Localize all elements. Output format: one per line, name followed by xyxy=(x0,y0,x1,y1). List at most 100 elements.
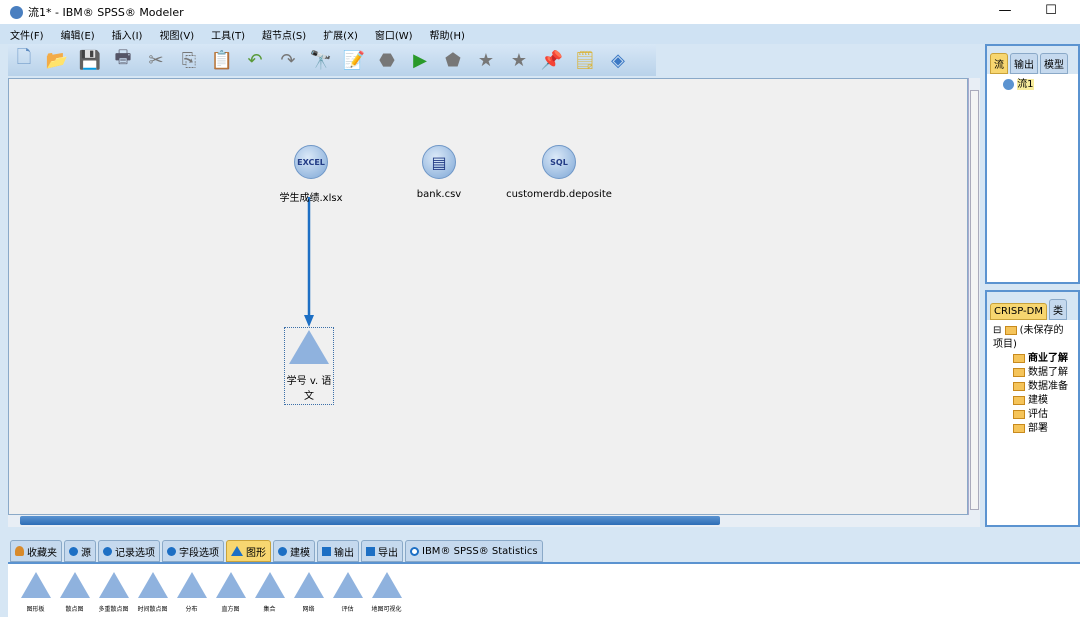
palette-node[interactable]: 评估 xyxy=(328,564,367,617)
palette-node[interactable]: 直方图 xyxy=(211,564,250,617)
graph-node-icon xyxy=(20,572,51,598)
stop-button[interactable]: ⬣ xyxy=(375,48,399,72)
horizontal-scrollbar[interactable] xyxy=(8,515,980,527)
palette-node[interactable]: 图形板 xyxy=(16,564,55,617)
palette-node[interactable]: 分布 xyxy=(172,564,211,617)
database-icon: SQL xyxy=(542,145,576,179)
undo-button[interactable]: ↶ xyxy=(243,48,267,72)
tree-item[interactable]: 评估 xyxy=(993,408,1072,422)
plot-node[interactable]: 学号 v. 语文 xyxy=(284,327,334,405)
menu-item[interactable]: 视图(V) xyxy=(159,27,194,42)
open-button[interactable]: 📂 xyxy=(45,48,69,72)
palette-tab[interactable]: 记录选项 xyxy=(98,540,160,562)
palette-node[interactable]: 集合 xyxy=(250,564,289,617)
palette-node[interactable]: 网络 xyxy=(289,564,328,617)
stream-canvas[interactable]: EXCEL 学生成绩.xlsx ▤ bank.csv SQL customerd… xyxy=(8,78,968,515)
excel-source-node[interactable]: EXCEL 学生成绩.xlsx xyxy=(271,145,351,204)
run-button[interactable]: ▶ xyxy=(408,48,432,72)
run-icon: ▶ xyxy=(413,49,427,71)
vertical-scrollbar[interactable] xyxy=(968,78,980,515)
paste-button[interactable]: 📋 xyxy=(210,48,234,72)
palette-node[interactable]: 时间散点图 xyxy=(133,564,172,617)
title-bar: 流1* - IBM® SPSS® Modeler — ☐ xyxy=(0,0,1080,24)
menu-item[interactable]: 超节点(S) xyxy=(262,27,306,42)
minimize-button[interactable]: — xyxy=(990,3,1020,18)
annotation-icon: 🗒 xyxy=(573,49,597,71)
tab-icon xyxy=(410,546,419,556)
tree-item[interactable]: 商业了解 xyxy=(993,352,1072,366)
tab-label: 图形 xyxy=(246,547,266,559)
find-button[interactable]: 🔭 xyxy=(309,48,333,72)
tab-2[interactable]: 模型 xyxy=(1040,53,1068,74)
copy-icon: ⎘ xyxy=(181,49,197,71)
tab-label: 记录选项 xyxy=(115,547,155,559)
tree-item[interactable]: 部署 xyxy=(993,422,1072,436)
palette-tab[interactable]: 收藏夹 xyxy=(10,540,62,562)
pin-button[interactable]: 📌 xyxy=(540,48,564,72)
tab-label: 源 xyxy=(81,547,91,559)
palette-node[interactable]: 散点图 xyxy=(55,564,94,617)
palette-node-label: 图形板 xyxy=(26,606,45,613)
cut-icon: ✂ xyxy=(148,49,164,71)
graph-node-icon xyxy=(215,572,246,598)
folder-icon xyxy=(1013,409,1025,419)
star-2-button[interactable]: ★ xyxy=(507,48,531,72)
menu-item[interactable]: 工具(T) xyxy=(211,27,245,42)
palette-node[interactable]: 地图可视化 xyxy=(367,564,406,617)
tab-icon xyxy=(167,546,176,556)
palette-tab[interactable]: 字段选项 xyxy=(162,540,224,562)
tree-item[interactable]: 数据了解 xyxy=(993,366,1072,380)
graph-node-icon xyxy=(254,572,285,598)
database-source-node[interactable]: SQL customerdb.deposite xyxy=(499,145,619,200)
tab-icon xyxy=(15,546,24,556)
plot-icon xyxy=(289,330,329,364)
palette-tab[interactable]: 图形 xyxy=(226,540,271,562)
new-button[interactable]: 🗋 xyxy=(12,47,36,72)
tree-item-label: 数据准备 xyxy=(1028,381,1068,392)
tree-item-stream[interactable]: 流1 xyxy=(1017,79,1034,90)
palette-tab[interactable]: 建模 xyxy=(273,540,315,562)
palette-node[interactable]: 多重散点图 xyxy=(94,564,133,617)
tree-root[interactable]: ⊟ (未保存的项目) xyxy=(993,324,1072,352)
tab-icon xyxy=(366,546,375,556)
palette-node-label: 网络 xyxy=(302,606,315,613)
folder-icon xyxy=(1013,423,1025,433)
run-selection-button[interactable]: ⬟ xyxy=(441,48,465,72)
tab-1[interactable]: 类 xyxy=(1048,299,1067,320)
tab-0[interactable]: 流 xyxy=(990,53,1008,74)
menu-item[interactable]: 扩展(X) xyxy=(323,27,358,42)
tab-1[interactable]: 输出 xyxy=(1010,53,1038,74)
csv-source-node[interactable]: ▤ bank.csv xyxy=(399,145,479,200)
annotation-button[interactable]: 🗒 xyxy=(573,48,597,72)
edit-icon: 📝 xyxy=(342,49,366,71)
palette-tab[interactable]: 导出 xyxy=(361,540,403,562)
palette-tab[interactable]: 输出 xyxy=(317,540,359,562)
tree-item-label: 数据了解 xyxy=(1028,367,1068,378)
tree-item[interactable]: 建模 xyxy=(993,394,1072,408)
menu-item[interactable]: 帮助(H) xyxy=(430,27,465,42)
edit-button[interactable]: 📝 xyxy=(342,48,366,72)
graph-node-icon xyxy=(293,572,324,598)
save-button[interactable]: 💾 xyxy=(78,48,102,72)
palette-tab[interactable]: 源 xyxy=(64,540,96,562)
redo-button[interactable]: ↷ xyxy=(276,48,300,72)
menu-item[interactable]: 窗口(W) xyxy=(375,27,413,42)
palette-node-label: 地图可视化 xyxy=(371,606,402,613)
menu-item[interactable]: 编辑(E) xyxy=(61,27,95,42)
maximize-button[interactable]: ☐ xyxy=(1036,3,1066,18)
print-button[interactable]: 🖶 xyxy=(111,47,135,72)
modeler-button[interactable]: ◈ xyxy=(606,48,630,72)
menu-item[interactable]: 文件(F) xyxy=(10,27,44,42)
cut-button[interactable]: ✂ xyxy=(144,48,168,72)
tree-item[interactable]: 数据准备 xyxy=(993,380,1072,394)
star-button[interactable]: ★ xyxy=(474,48,498,72)
copy-button[interactable]: ⎘ xyxy=(177,48,201,72)
menu-item[interactable]: 插入(I) xyxy=(112,27,143,42)
stream-icon xyxy=(1003,78,1014,90)
graph-node-icon xyxy=(59,572,90,598)
graph-node-icon xyxy=(371,572,402,598)
manager-panel: 流输出 模型 流1 xyxy=(985,44,1080,284)
connection-arrow xyxy=(304,197,314,327)
tab-0[interactable]: CRISP-DM xyxy=(990,303,1047,320)
palette-tab[interactable]: IBM® SPSS® Statistics xyxy=(405,540,543,562)
